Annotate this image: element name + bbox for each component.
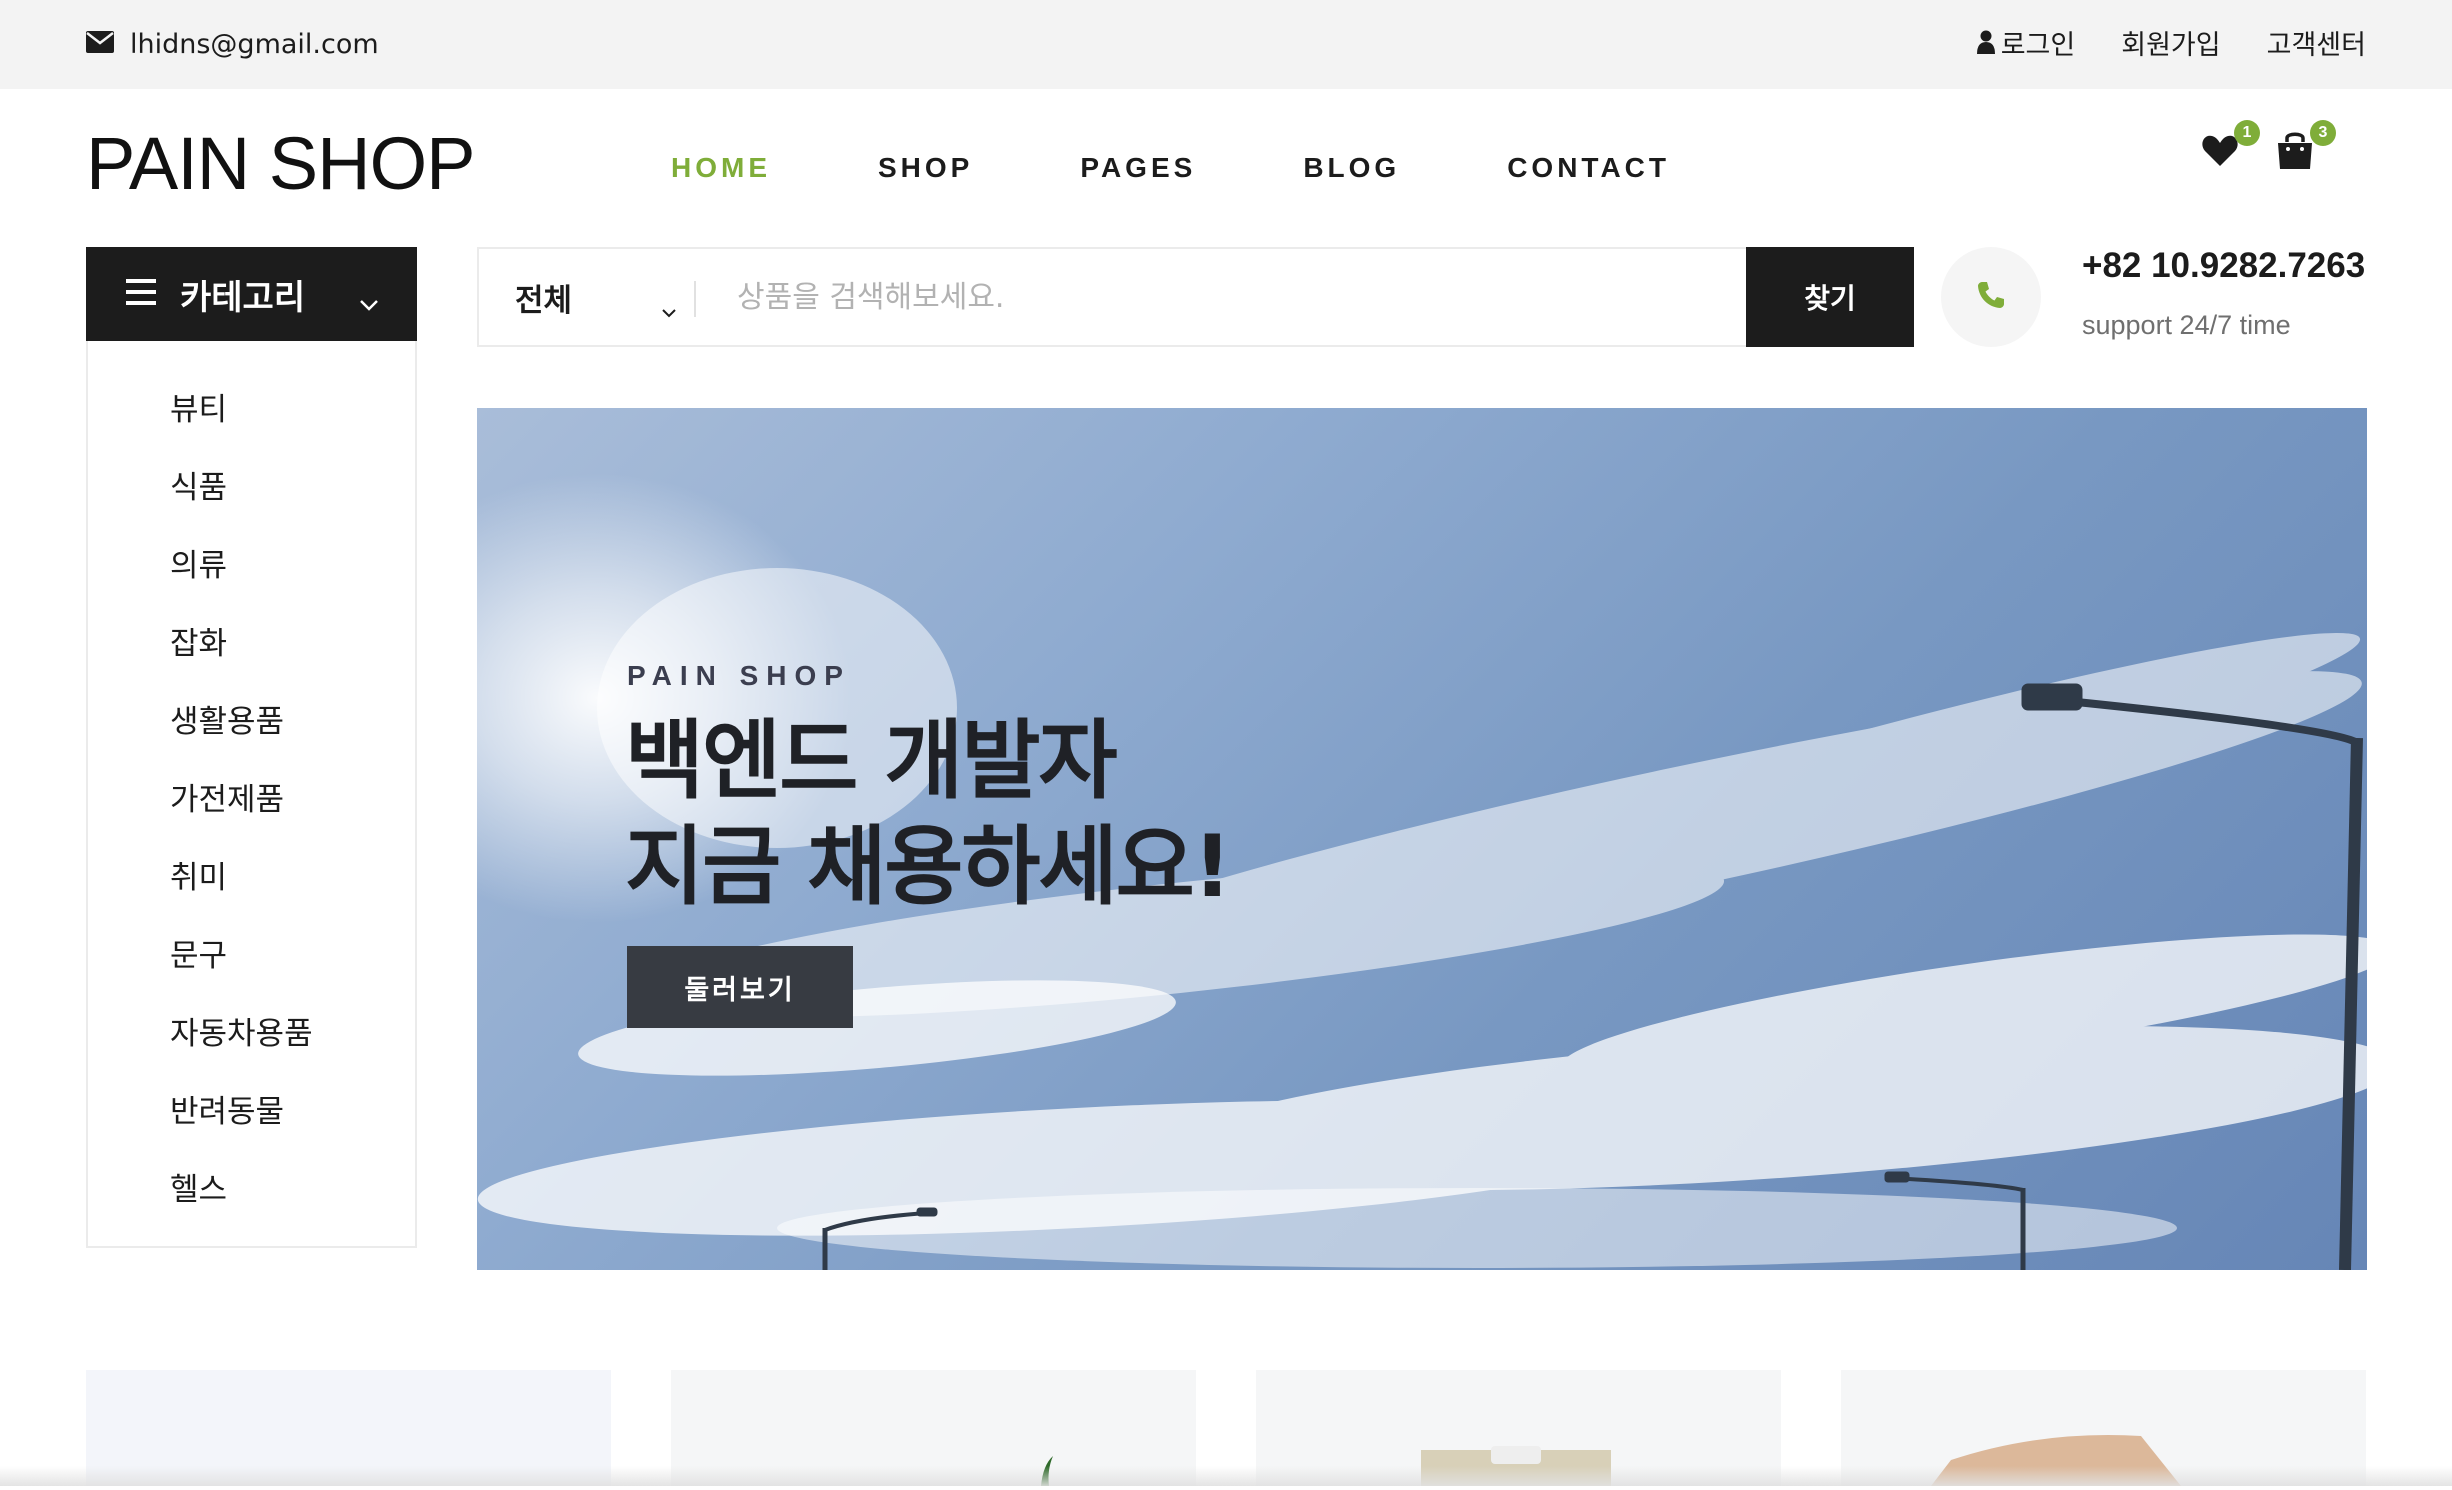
cart-button[interactable]: 3 — [2276, 120, 2336, 174]
wishlist-button[interactable]: 1 — [2200, 120, 2260, 174]
wishlist-badge: 1 — [2234, 120, 2260, 146]
category-toggle[interactable]: 카테고리 — [86, 247, 417, 341]
main-nav: HOME SHOP PAGES BLOG CONTACT — [671, 140, 1777, 196]
customer-center-link[interactable]: 고객센터 — [2267, 23, 2366, 62]
category-list: 뷰티 식품 의류 잡화 생활용품 가전제품 취미 문구 자동차용품 반려동물 헬… — [86, 341, 417, 1248]
category-item-pet[interactable]: 반려동물 — [88, 1069, 415, 1147]
hero-headline-line1: 백엔드 개발자 — [625, 711, 1118, 811]
category-item-stationery[interactable]: 문구 — [88, 913, 415, 991]
site-logo[interactable]: PAIN SHOP — [86, 118, 475, 210]
support-label: support 24/7 time — [2082, 310, 2291, 340]
nav-shop[interactable]: SHOP — [878, 152, 973, 184]
email-text: lhidns@gmail.com — [130, 29, 379, 60]
cart-badge: 3 — [2310, 120, 2336, 146]
top-bar: lhidns@gmail.com 로그인 회원가입 고객센터 — [0, 0, 2452, 89]
category-item-household[interactable]: 생활용품 — [88, 679, 415, 757]
category-item-appliances[interactable]: 가전제품 — [88, 757, 415, 835]
nav-pages[interactable]: PAGES — [1080, 152, 1196, 184]
hero-banner: PAIN SHOP 백엔드 개발자 지금 채용하세요! 둘러보기 — [477, 408, 2367, 1270]
signup-link[interactable]: 회원가입 — [2121, 23, 2220, 62]
contact-email: lhidns@gmail.com — [86, 0, 379, 89]
hero-eyebrow: PAIN SHOP — [627, 660, 851, 691]
hamburger-icon — [126, 274, 156, 314]
user-icon — [1976, 30, 1995, 54]
header-icons: 1 3 — [2200, 120, 2336, 174]
category-item-car[interactable]: 자동차용품 — [88, 991, 415, 1069]
phone-icon-circle — [1941, 247, 2041, 347]
category-title: 카테고리 — [180, 277, 306, 318]
category-item-food[interactable]: 식품 — [88, 445, 415, 523]
search-button[interactable]: 찾기 — [1746, 247, 1914, 347]
bottom-shadow — [0, 1466, 2452, 1486]
search-input[interactable] — [735, 269, 1635, 325]
hero-browse-button[interactable]: 둘러보기 — [627, 946, 853, 1028]
category-item-goods[interactable]: 잡화 — [88, 601, 415, 679]
hero-headline-line2: 지금 채용하세요! — [625, 817, 1232, 917]
search-category-value: 전체 — [515, 282, 573, 319]
phone-icon — [1976, 280, 2006, 314]
envelope-icon — [86, 29, 114, 60]
support-phone: +82 10.9282.7263 — [2082, 246, 2366, 285]
category-item-beauty[interactable]: 뷰티 — [88, 367, 415, 445]
chevron-down-icon — [359, 281, 379, 321]
top-links: 로그인 회원가입 고객센터 — [1976, 0, 2366, 84]
chevron-down-icon — [661, 291, 677, 327]
hero-headline: 백엔드 개발자 지금 채용하세요! — [625, 708, 1232, 920]
nav-contact[interactable]: CONTACT — [1507, 152, 1670, 184]
category-item-health[interactable]: 헬스 — [88, 1147, 415, 1225]
category-item-hobby[interactable]: 취미 — [88, 835, 415, 913]
nav-blog[interactable]: BLOG — [1303, 152, 1400, 184]
nav-home[interactable]: HOME — [671, 152, 771, 184]
heart-icon — [2200, 135, 2240, 174]
login-label: 로그인 — [2000, 29, 2076, 61]
search-divider — [694, 281, 696, 317]
login-link[interactable]: 로그인 — [1976, 23, 2076, 62]
shopping-bag-icon — [2276, 132, 2314, 174]
search-bar: 전체 — [477, 247, 1914, 347]
category-item-clothing[interactable]: 의류 — [88, 523, 415, 601]
search-category-select[interactable]: 전체 — [515, 249, 705, 345]
